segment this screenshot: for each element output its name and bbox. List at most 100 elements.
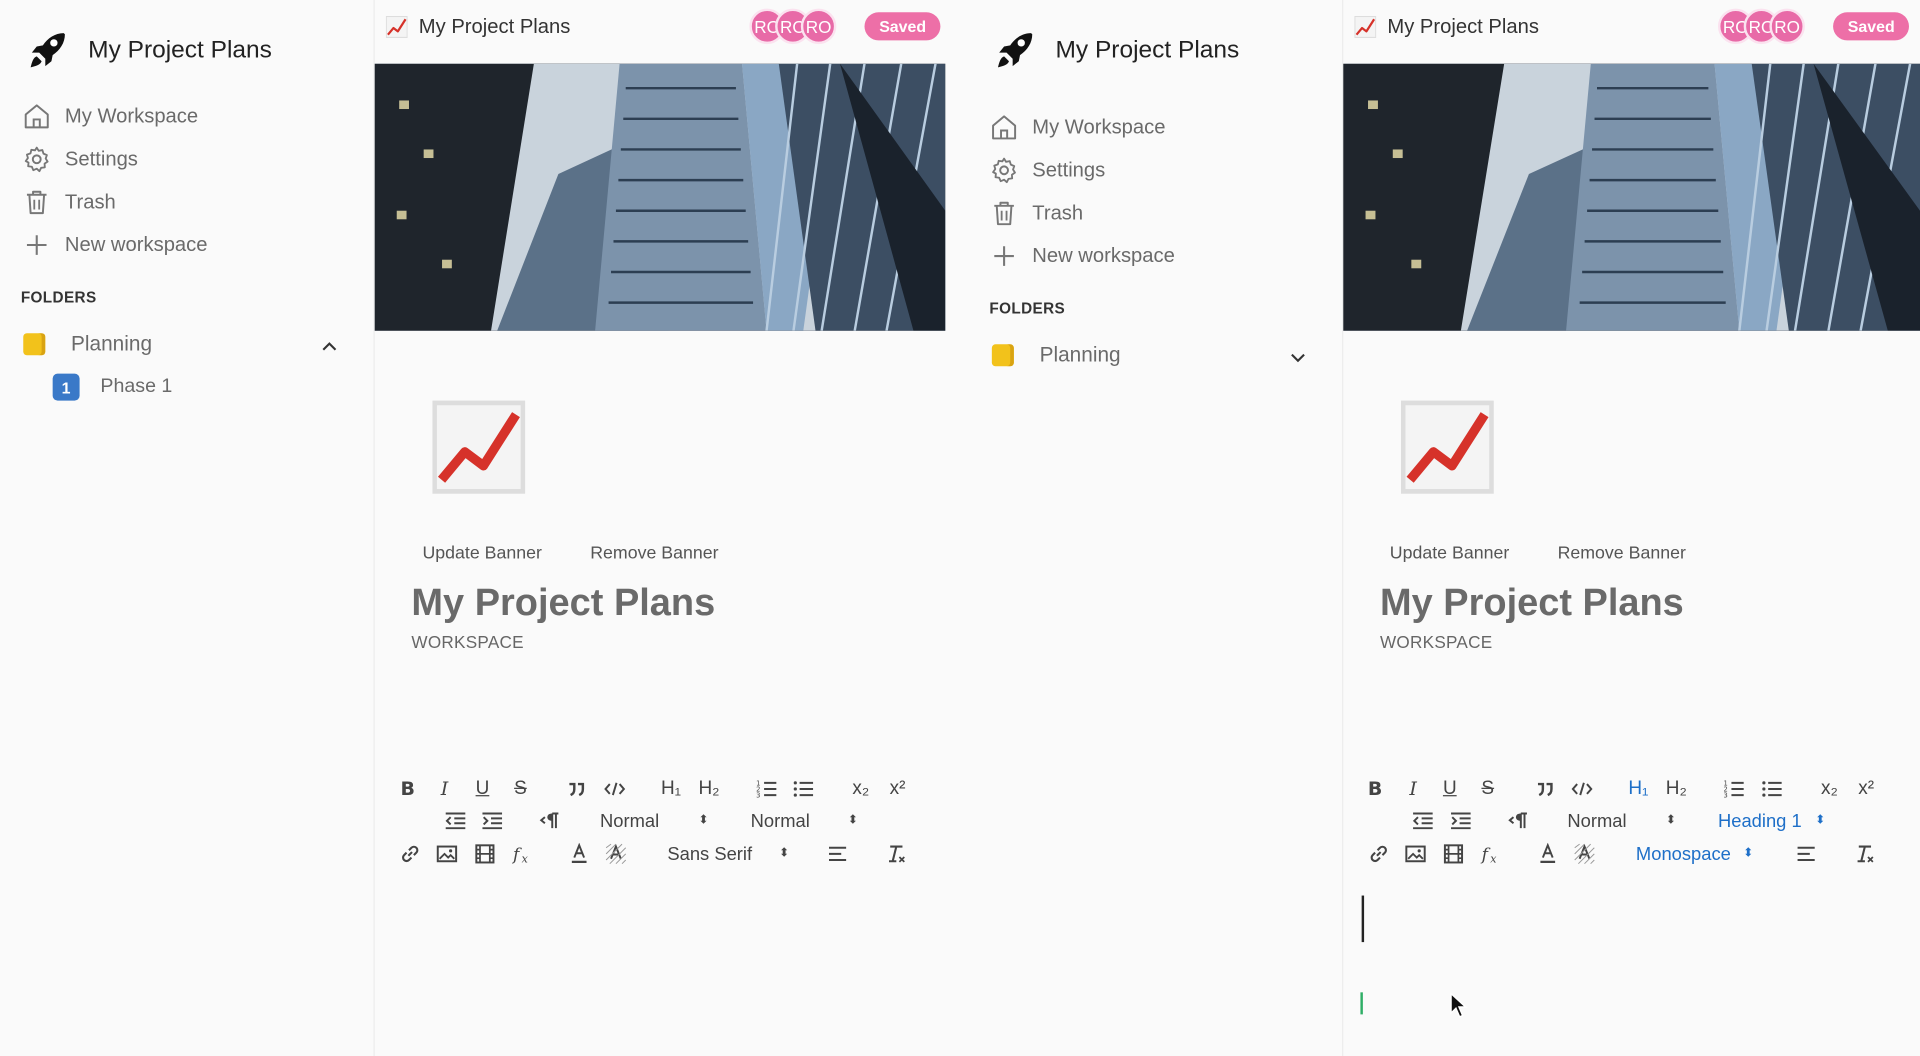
select-arrows-icon: ⬍ (698, 813, 709, 827)
heading-2-button[interactable]: H₂ (694, 777, 723, 802)
video-button[interactable] (1442, 842, 1464, 867)
size-select-value: Normal (1567, 810, 1627, 832)
blockquote-button[interactable] (566, 777, 588, 802)
folder-planning[interactable]: Planning (991, 343, 1121, 368)
subscript-button[interactable]: x₂ (846, 777, 875, 802)
bold-button[interactable]: B (1364, 777, 1386, 802)
heading-1-button[interactable]: H₁ (656, 777, 685, 802)
sidebar-item-new-workspace[interactable]: New workspace (989, 241, 1175, 270)
text-color-icon (568, 843, 590, 865)
size-select[interactable]: Normal ⬍ (1567, 809, 1676, 834)
strike-button[interactable]: S (1477, 777, 1499, 802)
folders-heading: FOLDERS (20, 289, 97, 307)
header-select[interactable]: Heading 1 ⬍ (1718, 809, 1825, 834)
clear-format-button[interactable] (1854, 842, 1876, 867)
sidebar-item-my-workspace[interactable]: My Workspace (22, 102, 198, 131)
underline-button[interactable]: U (1439, 777, 1461, 802)
text-color-button[interactable] (568, 842, 590, 867)
link-button[interactable] (1368, 842, 1390, 867)
text-direction-button[interactable] (1507, 809, 1529, 834)
strike-button[interactable]: S (509, 777, 531, 802)
sidebar-item-trash[interactable]: Trash (22, 187, 116, 216)
outdent-button[interactable] (1412, 809, 1434, 834)
image-button[interactable] (1405, 842, 1427, 867)
text-direction-button[interactable] (539, 809, 561, 834)
sidebar-item-settings[interactable]: Settings (989, 156, 1105, 185)
update-banner-button[interactable]: Update Banner (422, 544, 541, 564)
outdent-button[interactable] (444, 809, 466, 834)
subfolder-phase-1[interactable]: 1 Phase 1 (52, 373, 172, 401)
link-button[interactable] (399, 842, 421, 867)
sidebar-item-label: Trash (1032, 201, 1084, 224)
image-button[interactable] (436, 842, 458, 867)
remove-banner-button[interactable]: Remove Banner (590, 544, 718, 564)
workspace-brand[interactable]: My Project Plans (994, 29, 1239, 71)
align-icon (1795, 843, 1817, 865)
video-button[interactable] (474, 842, 496, 867)
formula-icon (512, 843, 534, 865)
indent-button[interactable] (481, 809, 503, 834)
indent-icon (481, 810, 503, 832)
superscript-button[interactable]: x² (883, 777, 912, 802)
bullet-list-button[interactable] (1761, 777, 1783, 802)
text-color-button[interactable] (1537, 842, 1559, 867)
italic-button[interactable]: I (433, 777, 455, 802)
font-select[interactable]: Monospace ⬍ (1636, 842, 1753, 867)
font-select[interactable]: Sans Serif ⬍ (667, 842, 789, 867)
update-banner-button[interactable]: Update Banner (1390, 544, 1509, 564)
header-select-value: Normal (750, 810, 810, 832)
chevron-up-icon[interactable] (321, 338, 338, 355)
page-subtitle: WORKSPACE (411, 632, 524, 652)
clear-format-button[interactable] (885, 842, 907, 867)
align-button[interactable] (827, 842, 849, 867)
formula-button[interactable] (512, 842, 534, 867)
formula-button[interactable] (1480, 842, 1502, 867)
ordered-list-button[interactable] (1723, 777, 1745, 802)
heading-1-button[interactable]: H₁ (1624, 777, 1653, 802)
subscript-button[interactable]: x₂ (1815, 777, 1844, 802)
code-block-button[interactable] (604, 777, 626, 802)
quote-icon (566, 778, 588, 800)
folder-label: Planning (71, 332, 153, 356)
blockquote-button[interactable] (1534, 777, 1556, 802)
sidebar-item-label: My Workspace (64, 104, 199, 127)
bold-button[interactable]: B (397, 777, 419, 802)
bullet-list-button[interactable] (792, 777, 814, 802)
sidebar-item-trash[interactable]: Trash (989, 198, 1083, 227)
sidebar-item-my-workspace[interactable]: My Workspace (989, 113, 1165, 142)
editor-area[interactable] (1352, 887, 1903, 1034)
font-select-value: Sans Serif (667, 843, 753, 865)
chart-emoji-icon (386, 16, 408, 38)
align-button[interactable] (1795, 842, 1817, 867)
background-color-button[interactable] (605, 842, 627, 867)
avatar[interactable]: RO (1769, 8, 1805, 45)
indent-button[interactable] (1450, 809, 1472, 834)
underline-button[interactable]: U (471, 777, 493, 802)
chart-page-icon[interactable] (1401, 393, 1494, 501)
select-arrows-icon: ⬍ (847, 813, 859, 827)
workspace-brand[interactable]: My Project Plans (27, 29, 272, 71)
chevron-down-icon[interactable] (1289, 349, 1306, 366)
superscript-button[interactable]: x² (1851, 777, 1880, 802)
code-block-button[interactable] (1571, 777, 1593, 802)
chart-page-icon[interactable] (432, 393, 525, 501)
italic-button[interactable]: I (1402, 777, 1424, 802)
page-subtitle: WORKSPACE (1380, 632, 1493, 652)
sidebar-item-label: New workspace (1032, 244, 1175, 267)
align-icon (827, 843, 849, 865)
background-color-button[interactable] (1573, 842, 1595, 867)
avatar[interactable]: RO (800, 8, 837, 45)
header-select[interactable]: Normal ⬍ (751, 809, 858, 834)
collaborator-avatars: RO RO RO (749, 8, 837, 45)
size-select[interactable]: Normal ⬍ (600, 809, 709, 834)
gear-icon (989, 156, 1018, 185)
folder-planning[interactable]: Planning (23, 332, 152, 357)
size-select-value: Normal (600, 810, 660, 832)
heading-2-button[interactable]: H₂ (1662, 777, 1691, 802)
sidebar-item-new-workspace[interactable]: New workspace (22, 230, 208, 259)
building-banner-image (375, 64, 946, 331)
sidebar-item-settings[interactable]: Settings (22, 145, 138, 174)
outdent-icon (444, 810, 466, 832)
remove-banner-button[interactable]: Remove Banner (1558, 544, 1686, 564)
ordered-list-button[interactable] (756, 777, 778, 802)
